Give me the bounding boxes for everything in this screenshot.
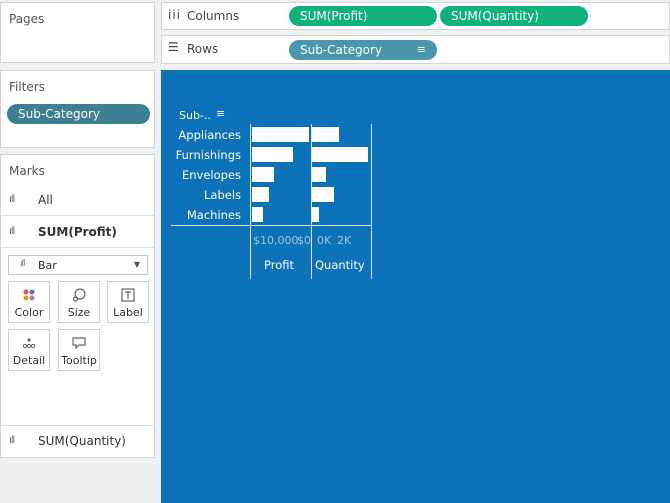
marks-card: Marks ıll All ıll SUM(Profit) ıll Bar ▼ … bbox=[0, 154, 155, 458]
quantity-tick-label: 2K bbox=[337, 234, 352, 247]
view-canvas[interactable]: Sub-.. ≡ Appliances Furnishings Envelopes L… bbox=[161, 70, 670, 503]
color-icon bbox=[9, 287, 49, 303]
rows-pill-label: Sub-Category bbox=[300, 43, 382, 57]
label-icon bbox=[108, 287, 148, 303]
pages-card: Pages bbox=[0, 2, 155, 63]
rows-shelf[interactable]: ☰ Rows Sub-Category ≡ bbox=[161, 35, 670, 64]
color-label: Color bbox=[14, 306, 44, 319]
quantity-axis-title: Quantity bbox=[315, 258, 365, 272]
profit-tick-label: $0 bbox=[297, 234, 311, 247]
marks-all-row[interactable]: ıll All bbox=[1, 185, 154, 216]
mark-type-value: Bar bbox=[38, 259, 57, 272]
marks-quantity-row[interactable]: ıll SUM(Quantity) bbox=[1, 425, 154, 456]
marks-all-label: All bbox=[38, 193, 53, 207]
label-label: Label bbox=[113, 306, 143, 319]
profit-axis-title: Profit bbox=[264, 258, 294, 272]
quantity-bar[interactable] bbox=[312, 147, 368, 162]
rows-pill-sub-category[interactable]: Sub-Category ≡ bbox=[289, 40, 437, 60]
filters-title: Filters bbox=[9, 80, 45, 94]
profit-bar[interactable] bbox=[252, 167, 274, 182]
marks-profit-label: SUM(Profit) bbox=[38, 225, 117, 239]
filter-pill-sub-category[interactable]: Sub-Category bbox=[7, 104, 150, 124]
profit-bar[interactable] bbox=[252, 187, 269, 202]
profit-tick-label: $10,000 bbox=[253, 234, 299, 247]
marks-quantity-label: SUM(Quantity) bbox=[38, 434, 126, 448]
category-label[interactable]: Appliances bbox=[171, 128, 241, 142]
bar-chart-icon: ıll bbox=[9, 435, 15, 446]
quantity-bar[interactable] bbox=[312, 207, 319, 222]
tooltip-icon bbox=[59, 335, 99, 351]
pane-divider bbox=[250, 124, 251, 279]
filters-card: Filters Sub-Category bbox=[0, 70, 155, 148]
profit-bar[interactable] bbox=[252, 207, 263, 222]
label-button[interactable]: Label bbox=[107, 281, 149, 323]
category-label[interactable]: Labels bbox=[171, 188, 241, 202]
columns-pill-quantity[interactable]: SUM(Quantity) bbox=[440, 6, 588, 26]
detail-label: Detail bbox=[12, 354, 46, 367]
pages-title: Pages bbox=[9, 12, 45, 26]
columns-label: Columns bbox=[187, 9, 240, 23]
sort-icon[interactable]: ≡ bbox=[216, 107, 225, 120]
columns-pill-profit[interactable]: SUM(Profit) bbox=[289, 6, 437, 26]
bar-chart-icon: ıll bbox=[20, 259, 25, 269]
mark-type-dropdown[interactable]: ıll Bar ▼ bbox=[8, 255, 148, 275]
category-label[interactable]: Machines bbox=[171, 208, 241, 222]
category-label[interactable]: Furnishings bbox=[171, 148, 241, 162]
marks-profit-row[interactable]: ıll SUM(Profit) bbox=[1, 217, 154, 248]
detail-icon bbox=[9, 335, 49, 351]
profit-bar[interactable] bbox=[252, 147, 293, 162]
chevron-down-icon: ▼ bbox=[133, 260, 140, 269]
color-button[interactable]: Color bbox=[8, 281, 50, 323]
rows-icon: ☰ bbox=[168, 40, 179, 54]
quantity-bar[interactable] bbox=[312, 187, 334, 202]
pane-divider bbox=[371, 124, 372, 279]
row-header[interactable]: Sub-.. bbox=[179, 109, 211, 122]
category-label[interactable]: Envelopes bbox=[171, 168, 241, 182]
profit-bar[interactable] bbox=[252, 127, 309, 142]
detail-button[interactable]: Detail bbox=[8, 329, 50, 371]
quantity-bar[interactable] bbox=[312, 167, 326, 182]
quantity-tick-label: 0K bbox=[317, 234, 332, 247]
size-label: Size bbox=[67, 306, 91, 319]
columns-icon: iii bbox=[168, 8, 182, 22]
size-button[interactable]: Size bbox=[58, 281, 100, 323]
bar-chart-icon: ıll bbox=[9, 226, 15, 237]
bar-chart-icon: ıll bbox=[9, 194, 15, 205]
columns-shelf[interactable]: iii Columns SUM(Profit) SUM(Quantity) bbox=[161, 2, 670, 30]
marks-title: Marks bbox=[9, 164, 45, 178]
tooltip-button[interactable]: Tooltip bbox=[58, 329, 100, 371]
quantity-bar[interactable] bbox=[312, 127, 339, 142]
tooltip-label: Tooltip bbox=[61, 354, 97, 367]
pane-divider bbox=[311, 124, 312, 279]
axis-baseline bbox=[171, 225, 372, 226]
rows-label: Rows bbox=[187, 42, 219, 56]
sort-icon[interactable]: ≡ bbox=[417, 40, 426, 60]
size-icon bbox=[59, 287, 99, 303]
